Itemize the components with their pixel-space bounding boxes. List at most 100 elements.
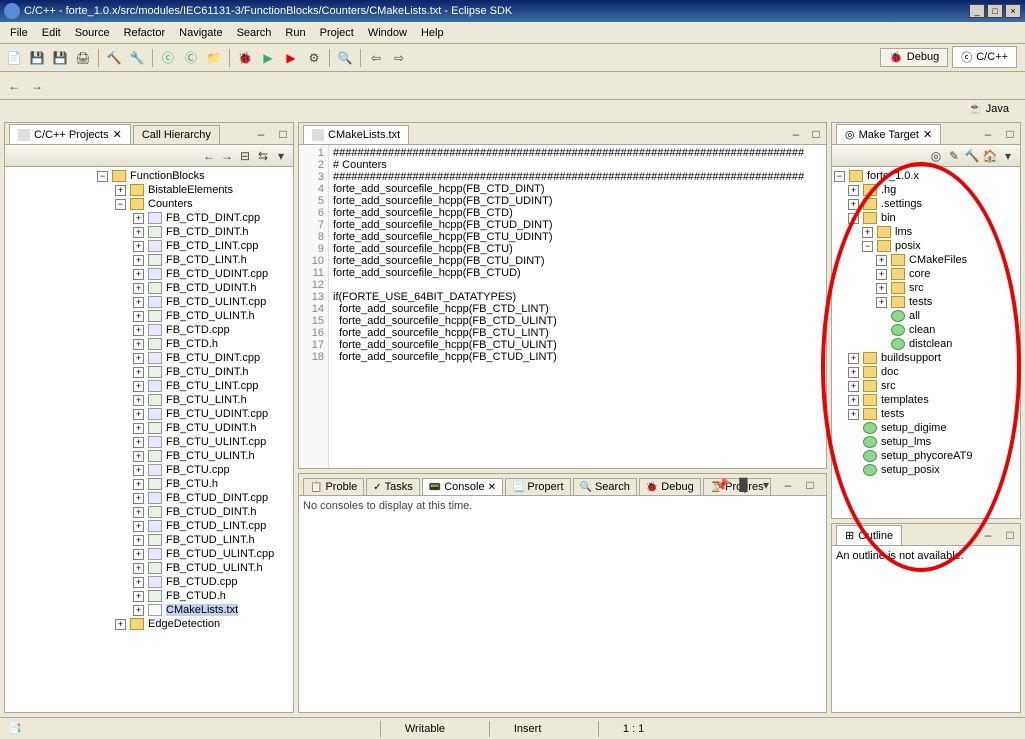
expand-icon[interactable]: + [848, 395, 859, 406]
nav-button[interactable]: ⇦ [366, 48, 386, 68]
tree-label[interactable]: FB_CTD_DINT.h [166, 226, 249, 238]
tree-label[interactable]: templates [881, 394, 929, 406]
expand-icon[interactable]: + [133, 339, 144, 350]
tree-label[interactable]: EdgeDetection [148, 618, 220, 630]
tree-label[interactable]: clean [909, 324, 935, 336]
perspective-debug[interactable]: 🐞Debug [880, 48, 948, 67]
expand-icon[interactable]: + [133, 535, 144, 546]
tree-label[interactable]: tests [909, 296, 932, 308]
tree-item[interactable]: +FB_CTUD_LINT.cpp [7, 519, 291, 533]
close-tab-icon[interactable]: ✕ [923, 128, 932, 141]
editor-maximize-icon[interactable]: □ [806, 124, 826, 144]
tree-item[interactable]: −FunctionBlocks [7, 169, 291, 183]
out-min-icon[interactable]: – [978, 525, 998, 545]
editor-minimize-icon[interactable]: – [786, 124, 806, 144]
expand-icon[interactable]: + [848, 185, 859, 196]
menu-source[interactable]: Source [69, 25, 116, 41]
tree-item[interactable]: +FB_CTUD_LINT.h [7, 533, 291, 547]
tree-item[interactable]: +.settings [834, 197, 1018, 211]
tree-label[interactable]: FB_CTD_ULINT.cpp [166, 296, 266, 308]
perspective-cpp[interactable]: ⓒC/C++ [952, 46, 1017, 68]
expand-icon[interactable]: + [133, 325, 144, 336]
close-button[interactable]: × [1005, 4, 1021, 18]
expand-icon[interactable]: + [115, 619, 126, 630]
new-class-button[interactable]: Ⓒ [181, 48, 201, 68]
tree-label[interactable]: distclean [909, 338, 952, 350]
expand-icon[interactable]: − [115, 199, 126, 210]
tree-label[interactable]: setup_lms [881, 436, 931, 448]
expand-icon[interactable]: + [133, 605, 144, 616]
menu-navigate[interactable]: Navigate [173, 25, 228, 41]
tree-item[interactable]: −posix [834, 239, 1018, 253]
tree-item[interactable]: +FB_CTU_DINT.h [7, 365, 291, 379]
tree-label[interactable]: all [909, 310, 920, 322]
expand-icon[interactable]: + [133, 269, 144, 280]
tree-item[interactable]: + FB_CTD_UDINT.cpp [7, 267, 291, 281]
expand-icon[interactable]: − [97, 171, 108, 182]
tab-call-hierarchy[interactable]: Call Hierarchy [133, 125, 220, 144]
tree-item[interactable]: +FB_CTUD.h [7, 589, 291, 603]
menu-window[interactable]: Window [362, 25, 413, 41]
tree-item[interactable]: + CMakeLists.txt [7, 603, 291, 617]
tree-label[interactable]: lms [895, 226, 912, 238]
tree-label[interactable]: FB_CTUD_ULINT.h [166, 562, 263, 574]
expand-icon[interactable]: − [834, 171, 845, 182]
expand-icon[interactable]: + [876, 297, 887, 308]
tree-label[interactable]: FB_CTU_UDINT.cpp [166, 408, 268, 420]
menu-refactor[interactable]: Refactor [118, 25, 172, 41]
console-display-icon[interactable]: ▉ [734, 475, 754, 495]
maximize-panel-icon[interactable]: □ [273, 124, 293, 144]
link-editor-icon[interactable]: ⇆ [255, 148, 271, 164]
save-button[interactable]: 💾 [27, 48, 47, 68]
tree-item[interactable]: +FB_CTU_ULINT.h [7, 449, 291, 463]
tree-label[interactable]: FB_CTUD_DINT.h [166, 506, 256, 518]
tree-item[interactable]: + FB_CTD.cpp [7, 323, 291, 337]
tree-label[interactable]: bin [881, 212, 896, 224]
menu-project[interactable]: Project [314, 25, 360, 41]
expand-icon[interactable]: + [133, 521, 144, 532]
expand-icon[interactable]: + [133, 297, 144, 308]
tree-item[interactable]: +FB_CTD_LINT.h [7, 253, 291, 267]
tree-item[interactable]: + templates [834, 393, 1018, 407]
tree-label[interactable]: buildsupport [881, 352, 941, 364]
tree-label[interactable]: Counters [148, 198, 193, 210]
tree-label[interactable]: FB_CTD_UDINT.cpp [166, 268, 268, 280]
tree-item[interactable]: +FB_CTD_LINT.cpp [7, 239, 291, 253]
tree-item[interactable]: −bin [834, 211, 1018, 225]
tab-console[interactable]: 📟 Console ✕ [422, 478, 503, 495]
tree-label[interactable]: FB_CTD.cpp [166, 324, 230, 336]
tree-item[interactable]: + FB_CTD.h [7, 337, 291, 351]
out-max-icon[interactable]: □ [1000, 525, 1020, 545]
expand-icon[interactable]: + [848, 353, 859, 364]
expand-icon[interactable]: + [133, 395, 144, 406]
tab-outline[interactable]: ⊞ Outline [836, 525, 902, 545]
tree-label[interactable]: FB_CTU.cpp [166, 464, 230, 476]
menu-edit[interactable]: Edit [36, 25, 67, 41]
fwd-button[interactable]: → [27, 76, 47, 96]
expand-icon[interactable]: + [848, 409, 859, 420]
tree-item[interactable]: +FB_CTU_ULINT.cpp [7, 435, 291, 449]
tree-item[interactable]: +FB_CTU_UDINT.h [7, 421, 291, 435]
tree-label[interactable]: src [881, 380, 896, 392]
tree-label[interactable]: CMakeLists.txt [166, 604, 238, 616]
tree-label[interactable]: FB_CTD.h [166, 338, 218, 350]
expand-icon[interactable]: + [133, 563, 144, 574]
tree-item[interactable]: setup_lms [834, 435, 1018, 449]
tree-label[interactable]: FB_CTUD_ULINT.cpp [166, 548, 274, 560]
tree-label[interactable]: BistableElements [148, 184, 233, 196]
tree-label[interactable]: tests [881, 408, 904, 420]
build-button[interactable]: 🔨 [104, 48, 124, 68]
tab-search[interactable]: 🔍 Search [573, 478, 637, 495]
tree-label[interactable]: FB_CTU_ULINT.h [166, 450, 255, 462]
expand-icon[interactable]: + [133, 437, 144, 448]
perspective-java[interactable]: ☕ Java [960, 100, 1017, 117]
tree-item[interactable]: all [834, 309, 1018, 323]
tree-label[interactable]: FB_CTU.h [166, 478, 218, 490]
project-tree[interactable]: −FunctionBlocks+BistableElements−Counter… [5, 167, 293, 712]
menu-help[interactable]: Help [415, 25, 450, 41]
tab-tasks[interactable]: ✓ Tasks [366, 478, 420, 495]
tree-item[interactable]: +FB_CTUD_ULINT.cpp [7, 547, 291, 561]
tree-item[interactable]: +core [834, 267, 1018, 281]
save-all-button[interactable]: 💾 [50, 48, 70, 68]
tree-item[interactable]: +BistableElements [7, 183, 291, 197]
